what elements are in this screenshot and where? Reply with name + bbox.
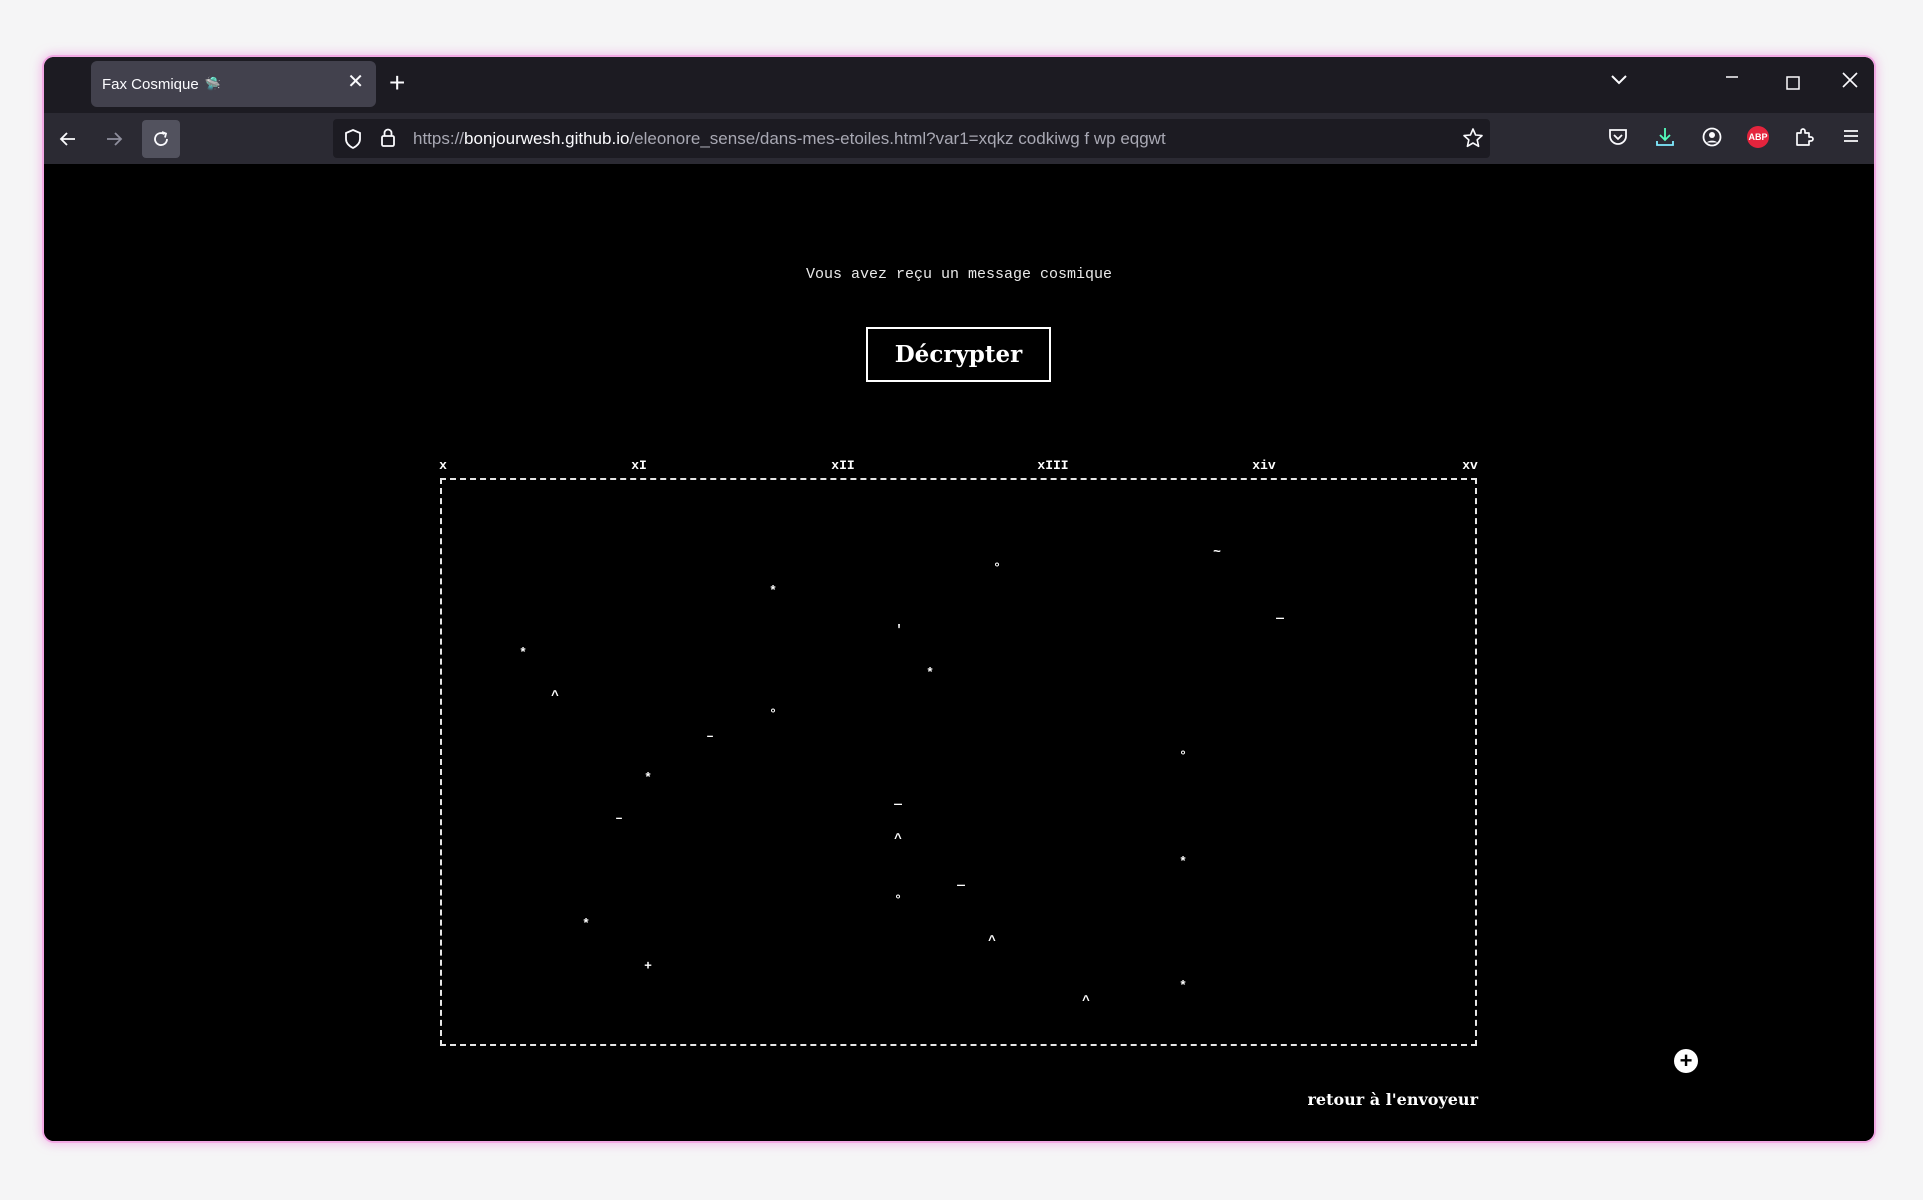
hamburger-menu-icon: [1844, 130, 1858, 142]
ruler-label: xiv: [1252, 458, 1276, 473]
downloads-button[interactable]: [1654, 126, 1676, 153]
ruler-label: xIII: [1037, 458, 1069, 473]
account-button[interactable]: [1701, 126, 1723, 153]
close-icon: [1842, 72, 1858, 88]
star-glyph: ^: [1082, 993, 1090, 1009]
star-glyph: ': [895, 622, 903, 638]
download-icon: [1656, 128, 1674, 146]
star-glyph: *: [769, 583, 777, 599]
tab-favicon-emoji: 🛸: [204, 76, 221, 91]
url-text[interactable]: https://bonjourwesh.github.io/eleonore_s…: [413, 129, 1166, 149]
star-glyph: °: [894, 892, 902, 908]
tab-strip: Fax Cosmique 🛸 ✕ +: [44, 57, 1874, 113]
back-button[interactable]: [49, 120, 87, 158]
ruler-label: xv: [1462, 458, 1478, 473]
minimize-button[interactable]: [1724, 69, 1740, 90]
reload-button[interactable]: [142, 120, 180, 158]
star-glyph: ^: [988, 933, 996, 949]
star-glyph: *: [582, 916, 590, 932]
star-glyph: °: [769, 706, 777, 722]
star-field: ~ ° * — ' * * ^ ° – ° * — – ^ * — ° * ^ …: [440, 478, 1477, 1046]
minimize-icon: [1726, 76, 1738, 78]
puzzle-icon: [1796, 128, 1814, 146]
century-ruler: x xI xII xIII xiv xv: [439, 458, 1478, 476]
star-glyph: ~: [1213, 544, 1221, 560]
star-glyph: +: [644, 958, 652, 974]
tab-title: Fax Cosmique: [102, 75, 199, 93]
pocket-icon: [1609, 129, 1627, 145]
address-bar[interactable]: https://bonjourwesh.github.io/eleonore_s…: [333, 119, 1490, 158]
page-content: Vous avez reçu un message cosmique Décry…: [44, 164, 1874, 1141]
star-glyph: –: [615, 810, 623, 826]
reload-icon: [154, 131, 168, 146]
star-glyph: *: [1179, 854, 1187, 870]
extensions-button[interactable]: [1793, 126, 1815, 153]
page-subtitle: Vous avez reçu un message cosmique: [805, 266, 1113, 283]
star-glyph: –: [706, 728, 714, 744]
shield-icon[interactable]: [343, 128, 363, 155]
ruler-label: xI: [631, 458, 647, 473]
star-glyph: —: [957, 877, 965, 893]
new-tab-button[interactable]: +: [389, 67, 405, 99]
url-scheme: https://: [413, 129, 465, 148]
star-glyph: *: [926, 665, 934, 681]
arrow-left-icon: [59, 132, 75, 146]
ruler-label: xII: [831, 458, 855, 473]
nav-toolbar: https://bonjourwesh.github.io/eleonore_s…: [44, 113, 1874, 164]
star-glyph: °: [993, 560, 1001, 576]
star-glyph: ^: [894, 831, 902, 847]
star-glyph: ^: [551, 688, 559, 704]
url-host: bonjourwesh.github.io: [464, 129, 630, 148]
url-path: /eleonore_sense/dans-mes-etoiles.html?va…: [629, 129, 1166, 148]
account-icon: [1702, 127, 1722, 147]
forward-button[interactable]: [95, 120, 133, 158]
tab-fax-cosmique[interactable]: Fax Cosmique 🛸 ✕: [91, 61, 376, 107]
list-all-tabs-button[interactable]: [1610, 73, 1628, 91]
star-glyph: *: [519, 645, 527, 661]
decrypt-button[interactable]: Décrypter: [866, 327, 1051, 382]
lock-icon[interactable]: [379, 127, 397, 154]
star-glyph: *: [644, 770, 652, 786]
maximize-button[interactable]: [1785, 75, 1801, 96]
return-to-sender-link[interactable]: retour à l'envoyeur: [1307, 1090, 1478, 1109]
star-glyph: °: [1179, 748, 1187, 764]
adblock-extension-button[interactable]: ABP: [1747, 126, 1769, 148]
browser-window: Fax Cosmique 🛸 ✕ + https://bonjourwesh.g…: [44, 57, 1874, 1141]
ruler-label: x: [439, 458, 447, 473]
star-glyph: *: [1179, 978, 1187, 994]
pocket-button[interactable]: [1607, 126, 1629, 153]
plus-circle-icon[interactable]: +: [1674, 1049, 1698, 1073]
maximize-icon: [1786, 76, 1800, 90]
bookmark-star-icon[interactable]: [1462, 127, 1484, 154]
tab-close-icon[interactable]: ✕: [347, 71, 364, 93]
chevron-down-icon: [1611, 75, 1627, 85]
close-window-button[interactable]: [1841, 71, 1859, 94]
star-glyph: —: [1276, 610, 1284, 626]
adblock-icon: ABP: [1747, 126, 1769, 148]
app-menu-button[interactable]: [1841, 126, 1861, 151]
arrow-right-icon: [107, 132, 123, 146]
star-glyph: —: [894, 796, 902, 812]
